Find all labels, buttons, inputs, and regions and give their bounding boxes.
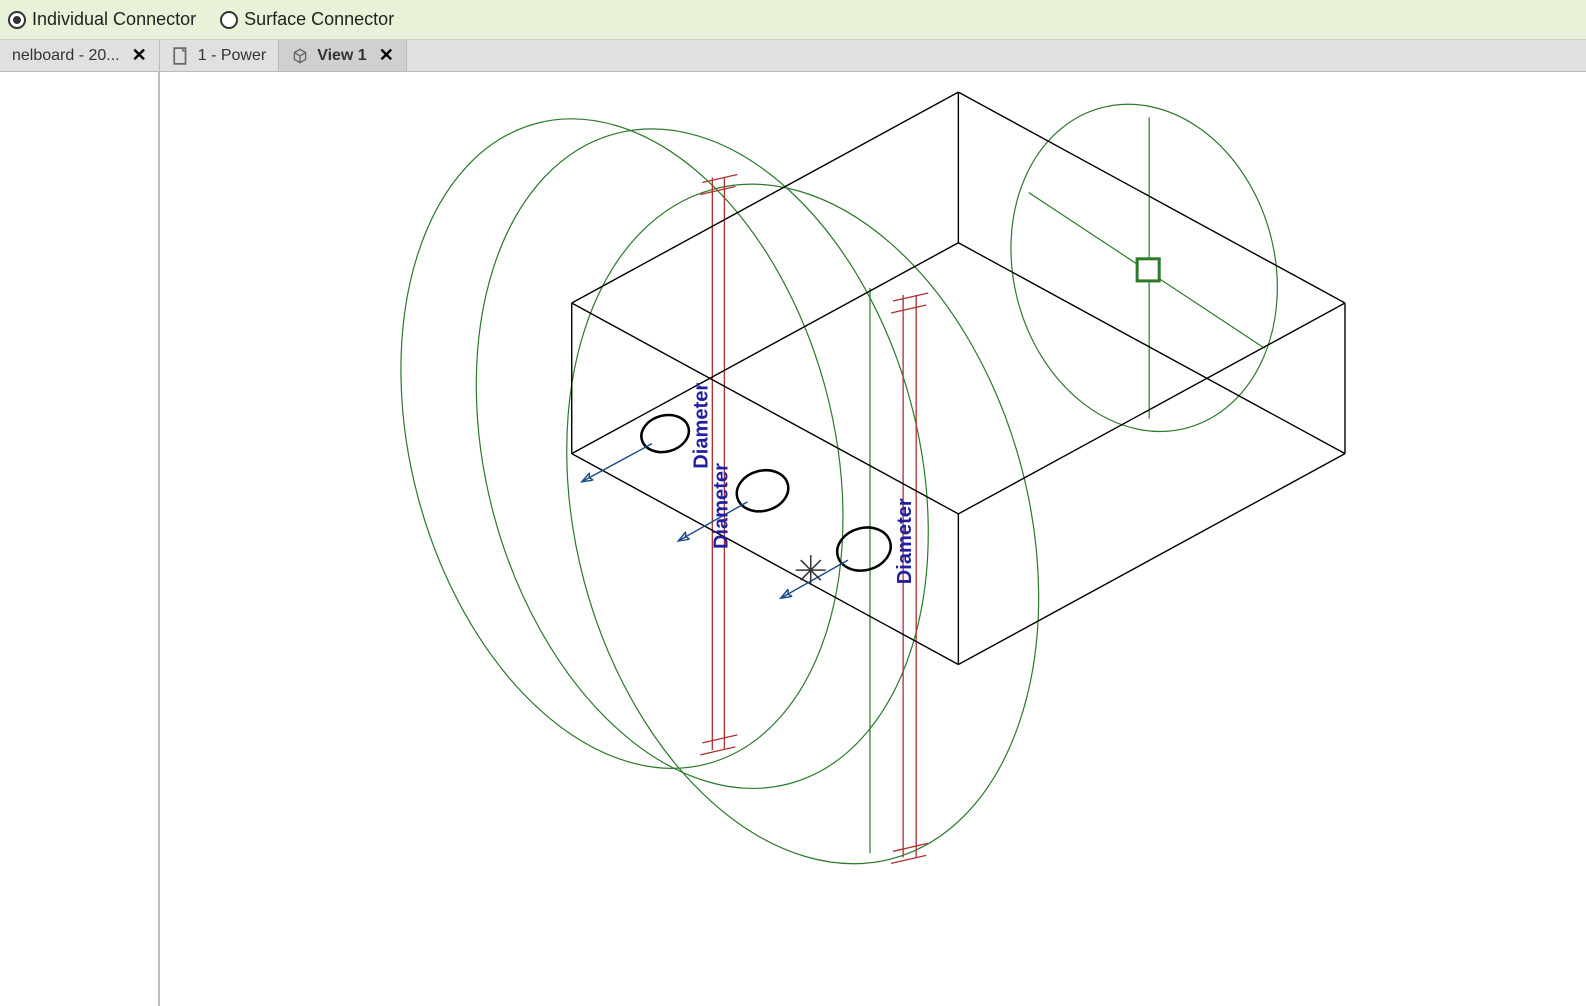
view-tabs-bar: nelboard - 20... ✕ 1 - Power View 1 ✕ [0, 40, 1586, 72]
tab-power[interactable]: 1 - Power [160, 40, 279, 71]
radio-label: Individual Connector [32, 9, 196, 30]
connectors [637, 410, 895, 577]
diameter-label-1: Diameter [690, 383, 712, 469]
surface-connector-radio[interactable]: Surface Connector [220, 9, 394, 30]
tab-view1[interactable]: View 1 ✕ [279, 40, 407, 71]
tab-label: View 1 [317, 47, 367, 65]
individual-connector-radio[interactable]: Individual Connector [8, 9, 196, 30]
diameter-label-3: Diameter [894, 498, 916, 584]
crosshair-marker [796, 555, 826, 585]
radio-icon [8, 11, 26, 29]
tab-label: 1 - Power [198, 47, 266, 65]
close-icon[interactable]: ✕ [132, 45, 147, 66]
radio-label: Surface Connector [244, 9, 394, 30]
workspace: Diameter Diameter Diameter [0, 72, 1586, 1006]
box-wireframe [572, 92, 1345, 664]
tab-label: nelboard - 20... [12, 47, 120, 65]
tab-panelboard[interactable]: nelboard - 20... ✕ [0, 40, 160, 71]
sheet-icon [172, 47, 190, 65]
cube-icon [291, 47, 309, 65]
close-icon[interactable]: ✕ [379, 45, 394, 66]
diameter-label-2: Diameter [710, 463, 732, 549]
selection-marker[interactable] [1137, 259, 1159, 281]
radio-icon [220, 11, 238, 29]
green-workplanes [332, 72, 1313, 917]
side-panel [0, 72, 160, 1006]
3d-viewport[interactable]: Diameter Diameter Diameter [160, 72, 1586, 1006]
model-drawing: Diameter Diameter Diameter [160, 72, 1586, 1006]
options-bar: Individual Connector Surface Connector [0, 0, 1586, 40]
